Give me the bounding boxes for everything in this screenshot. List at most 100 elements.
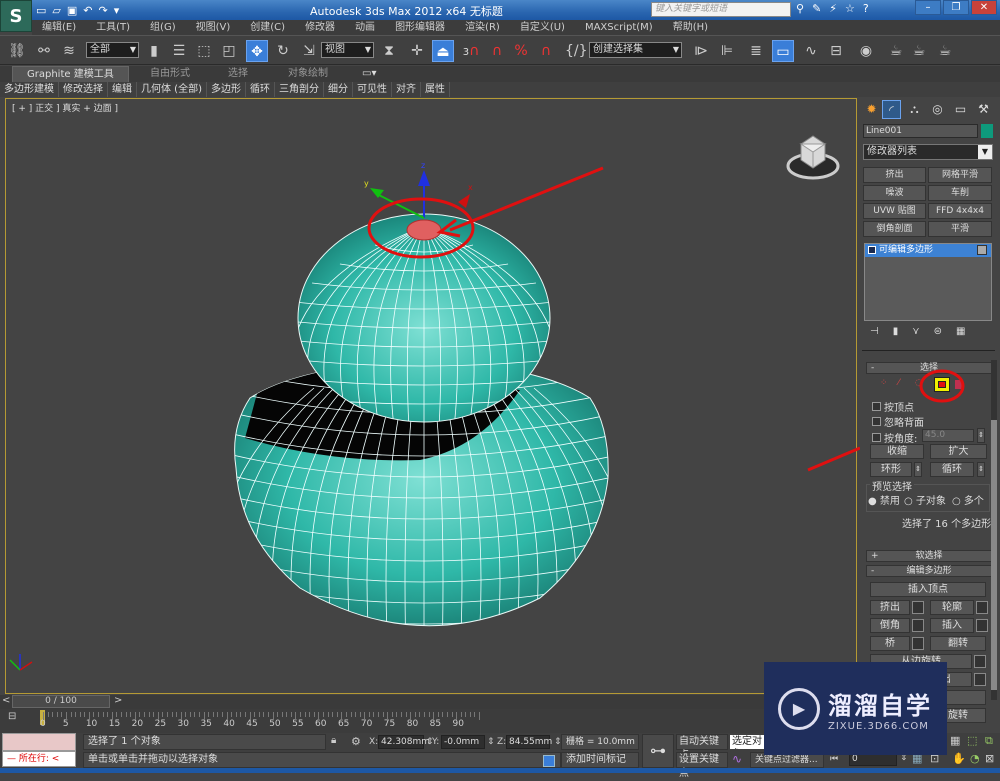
menu-create[interactable]: 创建(C) [240,20,295,35]
x-coordinate-field[interactable]: 42.308mm [378,735,430,749]
render-production-icon[interactable]: ☕ [934,40,956,62]
by-vertex-checkbox[interactable]: 按顶点 [872,399,914,414]
by-angle-checkbox[interactable]: 按角度: [872,430,917,445]
ribbon-geometry-all[interactable]: 几何体 (全部) [137,82,207,97]
star-icon[interactable]: ☆ [845,2,855,15]
soft-selection-rollout-header[interactable]: + 软选择 [866,550,992,562]
preview-subobject-radio[interactable]: ○ 子对象 [904,492,946,507]
menu-rendering[interactable]: 渲染(R) [455,20,510,35]
edit-named-selection-icon[interactable]: {/} [565,40,588,62]
create-tab-icon[interactable]: ✹ [862,100,881,119]
set-key-icon[interactable]: ⊶ [642,734,674,768]
modifier-meshsmooth-button[interactable]: 网格平滑 [928,167,992,183]
time-slider[interactable] [0,695,860,709]
pan-hand-icon[interactable]: ✋ [952,752,966,765]
bevel-settings-icon[interactable] [912,619,924,632]
tab-freeform[interactable]: 自由形式 [150,66,190,82]
bridge-settings-icon[interactable] [912,637,924,650]
select-object-icon[interactable]: ▮ [143,40,165,62]
add-time-tag-button[interactable]: 添加时间标记 [561,752,639,768]
undo-icon[interactable]: ↶ [83,4,92,17]
orbit-icon[interactable]: ◔ [970,752,980,765]
menu-animation[interactable]: 动画 [345,20,385,35]
zoom-extents-all-icon[interactable]: ⧉ [985,734,993,748]
prev-frame-button[interactable]: < [2,695,10,706]
z-coordinate-field[interactable]: 84.55mm [506,735,552,749]
next-frame-button[interactable]: > [114,695,122,706]
extrude-settings-icon[interactable] [912,601,924,614]
zoom-extents-selected-icon[interactable]: ⬚ [967,734,977,747]
pivot-center-icon[interactable]: ⧗ [378,40,400,62]
outline-button[interactable]: 轮廓 [930,600,974,615]
loop-spinner[interactable]: ⇕ [977,462,985,477]
object-color-swatch[interactable] [981,124,993,138]
panel-scrollbar[interactable] [991,360,997,700]
ribbon-loops[interactable]: 循环 [246,82,275,97]
spinner-snap-icon[interactable]: ∩ [535,40,557,62]
align-icon[interactable]: ⊫ [716,40,738,62]
hierarchy-tab-icon[interactable]: ⛬ [905,100,924,119]
modifier-smooth-button[interactable]: 平滑 [928,221,992,237]
grow-button[interactable]: 扩大 [930,444,987,459]
preview-multi-radio[interactable]: ○ 多个 [952,492,984,507]
unlink-icon[interactable]: ⚯ [33,40,55,62]
ribbon-edit[interactable]: 编辑 [108,82,137,97]
selection-filter-dropdown[interactable]: 全部 [86,42,139,58]
make-unique-icon[interactable]: ⋎ [912,326,919,337]
menu-views[interactable]: 视图(V) [186,20,241,35]
ribbon-polygon-modeling[interactable]: 多边形建模 [0,82,59,97]
schematic-view-icon[interactable]: ⊟ [825,40,847,62]
link-icon[interactable]: ⛓ [6,40,28,62]
new-file-icon[interactable]: ▭ [36,4,46,17]
motion-tab-icon[interactable]: ◎ [928,100,947,119]
ribbon-polygons[interactable]: 多边形 [207,82,246,97]
flip-button[interactable]: 翻转 [930,636,986,651]
maxscript-line-field[interactable]: — 所在行: < [2,751,76,767]
maximize-viewport-icon[interactable]: ⊠ [985,752,994,765]
bridge-button[interactable]: 桥 [870,636,910,651]
close-button[interactable]: ✕ [971,0,997,15]
menu-maxscript[interactable]: MAXScript(M) [575,20,663,35]
pin-stack-icon[interactable]: ⊣ [870,326,879,337]
keyboard-shortcut-override-icon[interactable]: ⏏ [432,40,454,62]
open-folder-icon[interactable]: ▱ [52,4,60,17]
hinge-settings-icon[interactable] [974,655,986,668]
inset-button[interactable]: 插入 [930,618,974,633]
modifier-list-dropdown[interactable]: 修改器列表 [863,144,993,160]
edit-polygons-rollout-header[interactable]: - 编辑多边形 [866,565,992,577]
angle-value-field[interactable]: 45.0 [922,429,974,442]
modifier-bevel-profile-button[interactable]: 倒角剖面 [863,221,926,237]
auto-key-button[interactable]: 自动关键点 [676,734,728,761]
binoculars-icon[interactable]: ⚲ [796,2,804,15]
y-coordinate-field[interactable]: -0.0mm [441,735,485,749]
absolute-mode-icon[interactable]: ⚙ [351,735,361,748]
edge-mode-icon[interactable]: ⁄ [898,378,900,388]
minimize-button[interactable]: – [915,0,941,15]
ring-spinner[interactable]: ⇕ [914,462,922,477]
go-to-start-icon[interactable]: ⏮ [830,754,838,764]
satellite-icon[interactable]: ⚡ [829,2,837,15]
mini-curve-editor-icon[interactable]: ⊟ [8,711,16,722]
window-crossing-icon[interactable]: ◰ [218,40,240,62]
lock-selection-icon[interactable]: 🔒︎ [331,735,336,746]
select-move-icon[interactable]: ✥ [246,40,268,62]
restore-button[interactable]: ❐ [943,0,969,15]
ring-button[interactable]: 环形 [870,462,912,477]
display-tab-icon[interactable]: ▭ [951,100,970,119]
ribbon-visibility[interactable]: 可见性 [353,82,392,97]
ribbon-subdivision[interactable]: 细分 [324,82,353,97]
loop-button[interactable]: 循环 [930,462,974,477]
wrench-icon[interactable]: ✎ [812,2,821,15]
tab-selection[interactable]: 选择 [228,66,248,82]
select-by-name-icon[interactable]: ☰ [168,40,190,62]
preview-disabled-radio[interactable]: ● 禁用 [868,492,900,507]
rect-selection-icon[interactable]: ⬚ [193,40,215,62]
modifier-noise-button[interactable]: 噪波 [863,185,926,201]
save-icon[interactable]: ▣ [67,4,77,17]
bind-spacewarp-icon[interactable]: ≋ [58,40,80,62]
show-end-result-icon[interactable]: ▮ [893,326,899,337]
extrude-spline-settings-icon[interactable] [974,673,986,686]
vertex-mode-icon[interactable]: ⁘ [880,378,888,388]
expand-icon[interactable] [868,246,876,254]
outline-settings-icon[interactable] [976,601,988,614]
